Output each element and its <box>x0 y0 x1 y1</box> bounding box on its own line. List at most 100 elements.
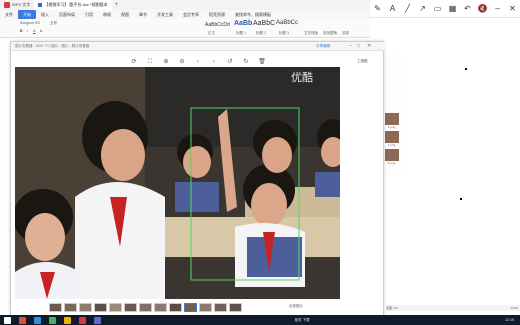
menu-item[interactable]: 开发工具 <box>152 10 178 19</box>
folder-icon[interactable] <box>64 316 71 324</box>
menu-item[interactable]: 会员专享 <box>178 10 204 19</box>
style-label: 标题 3 <box>279 31 289 35</box>
minimize-icon[interactable]: – <box>493 4 503 14</box>
bold-button[interactable]: B <box>20 29 23 33</box>
fullscreen-icon[interactable]: ⛶ <box>146 58 154 66</box>
viewer-title: 图片查看器 - 2020 个人图片 - 图片 - 照片查看器 <box>15 44 90 48</box>
all-images-link[interactable]: 全部图片 <box>289 302 303 311</box>
classroom-photo <box>15 67 340 299</box>
font-size-select[interactable]: 五号 <box>50 21 57 26</box>
rotate-left-icon[interactable]: ↺ <box>226 58 234 66</box>
menu-item[interactable]: 页面布局 <box>54 10 80 19</box>
filmstrip-thumb[interactable] <box>94 302 107 312</box>
menu-item[interactable]: 审阅 <box>98 10 116 19</box>
chat-icon[interactable] <box>49 316 56 324</box>
mute-icon[interactable]: 🔇 <box>478 4 488 14</box>
menu-item[interactable]: 引用 <box>80 10 98 19</box>
filmstrip-thumb[interactable] <box>49 302 62 312</box>
status-right-text: 相关 下载 <box>294 317 310 322</box>
zoom-in-icon[interactable]: ⊕ <box>162 58 170 66</box>
filmstrip-thumb[interactable] <box>154 302 167 312</box>
menu-item[interactable]: 插入 <box>36 10 54 19</box>
close-icon[interactable]: ✕ <box>508 4 518 14</box>
find-replace-button[interactable]: 查找替换 <box>323 31 337 36</box>
clock: 22:15 <box>505 318 514 322</box>
menu-bar: 文件 开始 插入 页面布局 引用 审阅 视图 章节 开发工具 会员专享 稻壳资源… <box>0 10 370 19</box>
tab-document-label: 【视频学习】 酷平台.doc *视图版本 <box>44 2 108 7</box>
viewer-icon[interactable] <box>94 316 101 324</box>
zoom-out-icon[interactable]: ⊖ <box>178 58 186 66</box>
arrow-icon[interactable]: ↗ <box>418 4 428 14</box>
tab-wps[interactable]: WPS 文字 <box>0 0 34 10</box>
list-thumbnail[interactable] <box>384 149 399 161</box>
tab-document[interactable]: 【视频学习】 酷平台.doc *视图版本 <box>34 0 112 10</box>
zoom-level[interactable]: 170% <box>508 306 520 310</box>
filmstrip-thumb[interactable] <box>79 302 92 312</box>
style-label: 正文 <box>208 31 215 35</box>
line-icon[interactable]: ╱ <box>403 4 413 14</box>
pen-icon[interactable]: ✎ <box>373 4 383 14</box>
toolbox-button[interactable]: 工具箱 <box>357 57 368 66</box>
filmstrip-thumb-selected[interactable] <box>184 302 197 312</box>
photo-image[interactable]: 优酷 <box>15 67 340 299</box>
style-heading-2[interactable]: AaBbC <box>253 20 275 27</box>
filmstrip-thumb[interactable] <box>199 302 212 312</box>
style-heading-1[interactable]: AaBb <box>234 20 252 27</box>
wps-icon[interactable] <box>79 316 86 324</box>
text-cursor <box>465 68 467 70</box>
filmstrip-thumb[interactable] <box>229 302 242 312</box>
filmstrip-thumb[interactable] <box>214 302 227 312</box>
text-layout-button[interactable]: 文字排版 <box>304 31 318 36</box>
start-icon[interactable] <box>4 316 11 324</box>
italic-button[interactable]: I <box>27 29 28 33</box>
style-normal[interactable]: AaBbCcDd <box>205 22 230 28</box>
youku-watermark: 优酷 <box>291 71 313 84</box>
status-bar: 页面: 1/1 170% <box>384 305 520 311</box>
search-command[interactable]: 查找命令、搜索模板 <box>230 10 276 19</box>
next-icon[interactable]: › <box>210 58 218 66</box>
document-page[interactable] <box>400 18 520 308</box>
list-item-label: 4.png <box>387 143 396 147</box>
list-thumbnail[interactable] <box>384 131 399 143</box>
minimize-icon[interactable]: – <box>349 42 352 51</box>
font-color-button[interactable]: A <box>40 29 42 33</box>
menu-item[interactable]: 文件 <box>0 10 18 19</box>
style-heading-3[interactable]: AaBbCc <box>276 20 298 26</box>
maximize-icon[interactable]: □ <box>357 42 360 51</box>
filmstrip-thumb[interactable] <box>124 302 137 312</box>
new-tab-button[interactable]: + <box>112 2 122 8</box>
prev-icon[interactable]: ‹ <box>194 58 202 66</box>
mosaic-icon[interactable]: ▦ <box>448 4 458 14</box>
filmstrip-thumb[interactable] <box>109 302 122 312</box>
menu-item-selected[interactable]: 开始 <box>18 10 36 19</box>
filmstrip-thumb[interactable] <box>169 302 182 312</box>
photo-viewer-window: 图片查看器 - 2020 个人图片 - 图片 - 照片查看器 分享编辑 – □ … <box>10 41 385 316</box>
document-icon <box>38 2 43 7</box>
close-icon[interactable]: ✕ <box>367 42 371 51</box>
bullet-mark <box>460 198 462 200</box>
menu-item[interactable]: 稻壳资源 <box>204 10 230 19</box>
select-button[interactable]: 选择 <box>342 31 349 36</box>
list-thumbnail[interactable] <box>384 113 399 125</box>
viewer-titlebar: 图片查看器 - 2020 个人图片 - 图片 - 照片查看器 分享编辑 – □ … <box>11 42 385 51</box>
ribbon: Songsun GS 五号 B I U A AaBbCcDd AaBb AaBb… <box>0 19 370 38</box>
window-controls: ✎ A ╱ ↗ ▭ ▦ ↶ 🔇 – ✕ <box>370 0 520 18</box>
rotate-icon[interactable]: ⟳ <box>130 58 138 66</box>
font-name-select[interactable]: Songsun GS <box>20 21 40 25</box>
browser-icon[interactable] <box>34 316 41 324</box>
viewer-toolbar: ⟳ ⛶ ⊕ ⊖ ‹ › ↺ ↻ 🗑 <box>11 57 385 67</box>
menu-item[interactable]: 章节 <box>134 10 152 19</box>
undo-icon[interactable]: ↶ <box>463 4 473 14</box>
page-indicator: 页面: 1/1 <box>386 306 398 310</box>
shape-icon[interactable]: ▭ <box>433 4 443 14</box>
filmstrip-thumb[interactable] <box>64 302 77 312</box>
share-edit-button[interactable]: 分享编辑 <box>316 42 330 51</box>
menu-item[interactable]: 视图 <box>116 10 134 19</box>
wps-logo-icon <box>4 1 10 8</box>
delete-icon[interactable]: 🗑 <box>258 58 266 66</box>
rotate-right-icon[interactable]: ↻ <box>242 58 250 66</box>
filmstrip-thumb[interactable] <box>139 302 152 312</box>
text-icon[interactable]: A <box>388 4 398 14</box>
underline-button[interactable]: U <box>33 29 36 33</box>
app-icon[interactable] <box>19 316 26 324</box>
